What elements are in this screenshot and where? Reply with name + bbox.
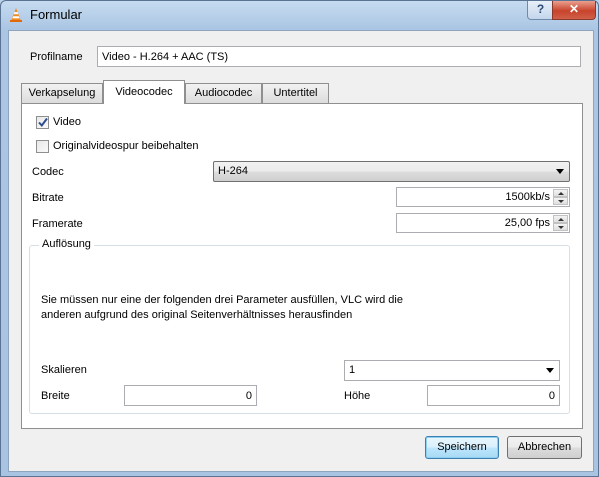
bitrate-spin-buttons xyxy=(553,189,568,205)
chevron-down-icon xyxy=(556,169,564,174)
codec-label: Codec xyxy=(32,166,64,178)
profile-name-input[interactable] xyxy=(97,46,581,67)
framerate-label: Framerate xyxy=(32,218,83,230)
width-input[interactable] xyxy=(124,385,257,406)
help-button[interactable]: ? xyxy=(527,1,554,20)
resolution-info-text: Sie müssen nur eine der folgenden drei P… xyxy=(41,294,403,321)
tab-audiocodec[interactable]: Audiocodec xyxy=(185,83,262,103)
window-title: Formular xyxy=(30,7,83,22)
arrow-up-icon xyxy=(558,218,564,221)
keep-original-label: Originalvideospur beibehalten xyxy=(53,140,199,152)
tab-verkapselung[interactable]: Verkapselung xyxy=(21,83,103,103)
codec-value: H-264 xyxy=(218,165,248,177)
save-button[interactable]: Speichern xyxy=(425,436,499,459)
dialog-client-area: Profilname Verkapselung Videocodec Audio… xyxy=(8,30,594,472)
height-label: Höhe xyxy=(344,390,371,402)
bitrate-increment-button[interactable] xyxy=(553,189,568,197)
arrow-up-icon xyxy=(558,192,564,195)
bitrate-value: 1500kb/s xyxy=(505,191,550,203)
framerate-spin-buttons xyxy=(553,215,568,231)
scale-value: 1 xyxy=(349,364,356,376)
bitrate-decrement-button[interactable] xyxy=(553,197,568,205)
profile-name-label: Profilname xyxy=(30,51,83,63)
close-button[interactable]: ✕ xyxy=(552,1,596,20)
keep-original-checkbox[interactable] xyxy=(36,140,49,153)
video-checkbox[interactable] xyxy=(36,116,49,129)
arrow-down-icon xyxy=(558,226,564,229)
codec-select[interactable]: H-264 xyxy=(213,161,570,182)
dialog-window: Formular ? ✕ Profilname Verkapselung Vid… xyxy=(0,0,599,477)
chevron-down-icon xyxy=(546,368,554,373)
scale-label: Skalieren xyxy=(41,364,87,376)
tab-videocodec[interactable]: Videocodec xyxy=(103,80,185,104)
resolution-group-title: Auflösung xyxy=(39,238,94,250)
framerate-decrement-button[interactable] xyxy=(553,223,568,231)
framerate-value: 25,00 fps xyxy=(504,217,550,229)
checkmark-icon xyxy=(38,117,48,128)
title-bar[interactable]: Formular ? ✕ xyxy=(1,1,598,29)
bitrate-spinbox[interactable]: 1500kb/s xyxy=(396,187,570,207)
cancel-button[interactable]: Abbrechen xyxy=(507,436,582,459)
video-checkbox-label: Video xyxy=(53,116,81,128)
vlc-cone-icon xyxy=(8,7,24,23)
framerate-increment-button[interactable] xyxy=(553,215,568,223)
width-label: Breite xyxy=(41,390,70,402)
framerate-spinbox[interactable]: 25,00 fps xyxy=(396,213,570,233)
arrow-down-icon xyxy=(558,200,564,203)
bitrate-label: Bitrate xyxy=(32,192,64,204)
scale-select[interactable]: 1 xyxy=(344,360,560,381)
height-input[interactable] xyxy=(427,385,560,406)
tab-untertitel[interactable]: Untertitel xyxy=(262,83,329,103)
